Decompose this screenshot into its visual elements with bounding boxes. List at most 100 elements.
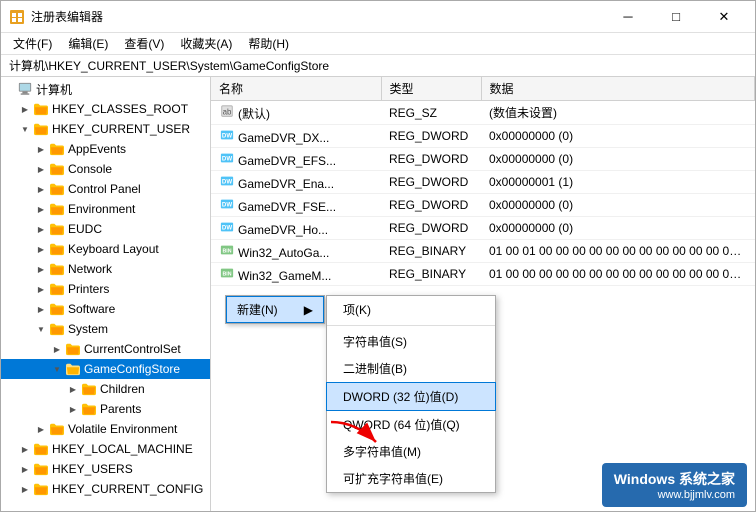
- tree-item-label: Printers: [68, 282, 109, 296]
- tree-toggle[interactable]: ▶: [65, 399, 81, 419]
- tree-item[interactable]: ▶ Control Panel: [1, 179, 210, 199]
- tree-toggle[interactable]: ▶: [33, 419, 49, 439]
- tree-item[interactable]: ▶ Network: [1, 259, 210, 279]
- folder-icon: [33, 121, 49, 137]
- tree-toggle[interactable]: ▶: [17, 459, 33, 479]
- menu-separator: [327, 325, 495, 326]
- title-controls: ─ □ ✕: [605, 1, 747, 33]
- tree-item-label: Software: [68, 302, 115, 316]
- tree-item-label: HKEY_CLASSES_ROOT: [52, 102, 188, 116]
- folder-icon: [65, 361, 81, 377]
- close-button[interactable]: ✕: [701, 1, 747, 33]
- tree-item[interactable]: ▶ Environment: [1, 199, 210, 219]
- computer-icon: [17, 81, 33, 97]
- window-title: 注册表编辑器: [31, 8, 103, 25]
- menu-item-A[interactable]: 收藏夹(A): [172, 33, 240, 54]
- menu-item-F[interactable]: 文件(F): [5, 33, 60, 54]
- tree-toggle[interactable]: ▶: [33, 259, 49, 279]
- submenu-item[interactable]: DWORD (32 位)值(D): [326, 382, 496, 411]
- tree-toggle[interactable]: ▶: [33, 179, 49, 199]
- menu-item-V[interactable]: 查看(V): [116, 33, 172, 54]
- menu-item-E[interactable]: 编辑(E): [60, 33, 116, 54]
- folder-icon: [33, 441, 49, 457]
- tree-item[interactable]: ▶ Printers: [1, 279, 210, 299]
- tree-toggle[interactable]: ▶: [17, 439, 33, 459]
- folder-icon: [49, 181, 65, 197]
- maximize-button[interactable]: □: [653, 1, 699, 33]
- folder-icon: [49, 221, 65, 237]
- folder-icon: [49, 261, 65, 277]
- tree-item-label: Control Panel: [68, 182, 141, 196]
- tree-item-label: Network: [68, 262, 112, 276]
- tree-toggle[interactable]: ▶: [33, 199, 49, 219]
- tree-toggle[interactable]: ▼: [17, 119, 33, 139]
- tree-item[interactable]: 计算机: [1, 79, 210, 99]
- tree-item[interactable]: ▶ AppEvents: [1, 139, 210, 159]
- tree-toggle[interactable]: ▶: [33, 299, 49, 319]
- submenu-item[interactable]: 项(K): [327, 296, 495, 323]
- submenu-item[interactable]: 可扩充字符串值(E): [327, 465, 495, 492]
- tree-toggle[interactable]: ▶: [33, 159, 49, 179]
- tree-panel[interactable]: 计算机▶ HKEY_CLASSES_ROOT▼ HKEY_CURRENT_USE…: [1, 77, 211, 511]
- tree-item[interactable]: ▶ CurrentControlSet: [1, 339, 210, 359]
- tree-toggle[interactable]: ▶: [33, 139, 49, 159]
- minimize-button[interactable]: ─: [605, 1, 651, 33]
- submenu-arrow: ▶: [304, 303, 313, 317]
- folder-icon: [81, 401, 97, 417]
- folder-icon: [33, 101, 49, 117]
- folder-icon: [33, 481, 49, 497]
- menu-item-H[interactable]: 帮助(H): [240, 33, 297, 54]
- tree-toggle[interactable]: ▶: [17, 479, 33, 499]
- tree-toggle[interactable]: ▶: [33, 219, 49, 239]
- tree-item-label: HKEY_CURRENT_CONFIG: [52, 482, 203, 496]
- tree-item-label: HKEY_LOCAL_MACHINE: [52, 442, 193, 456]
- submenu-popup: 项(K) 字符串值(S)二进制值(B)DWORD (32 位)值(D)QWORD …: [326, 295, 496, 493]
- submenu-item[interactable]: 字符串值(S): [327, 328, 495, 355]
- tree-item[interactable]: ▶ Software: [1, 299, 210, 319]
- tree-item[interactable]: ▼ System: [1, 319, 210, 339]
- context-menu-overlay: 新建(N) ▶ 项(K) 字符串值(S)二进制值(B)DWORD (32 位)值(…: [211, 77, 755, 511]
- submenu-item[interactable]: 多字符串值(M): [327, 438, 495, 465]
- folder-icon: [49, 201, 65, 217]
- tree-item[interactable]: ▼ HKEY_CURRENT_USER: [1, 119, 210, 139]
- tree-item-label: AppEvents: [68, 142, 126, 156]
- tree-item-label: 计算机: [36, 81, 72, 98]
- tree-toggle[interactable]: ▶: [65, 379, 81, 399]
- submenu-item[interactable]: 二进制值(B): [327, 355, 495, 382]
- tree-item[interactable]: ▶ Keyboard Layout: [1, 239, 210, 259]
- folder-icon: [49, 321, 65, 337]
- right-panel: 名称 类型 数据 ab(默认)REG_SZ(数值未设置)DWGameDVR_DX…: [211, 77, 755, 511]
- tree-item-label: Parents: [100, 402, 141, 416]
- tree-item[interactable]: ▶ Children: [1, 379, 210, 399]
- tree-item[interactable]: ▶ EUDC: [1, 219, 210, 239]
- tree-toggle[interactable]: ▶: [33, 279, 49, 299]
- tree-item-label: Children: [100, 382, 145, 396]
- tree-item[interactable]: ▶ HKEY_LOCAL_MACHINE: [1, 439, 210, 459]
- tree-toggle[interactable]: ▶: [17, 99, 33, 119]
- folder-icon: [49, 241, 65, 257]
- tree-item[interactable]: ▶ HKEY_USERS: [1, 459, 210, 479]
- tree-toggle[interactable]: ▶: [49, 339, 65, 359]
- tree-item[interactable]: ▶ Volatile Environment: [1, 419, 210, 439]
- folder-icon: [81, 381, 97, 397]
- tree-toggle[interactable]: ▼: [33, 319, 49, 339]
- tree-item[interactable]: ▶ Parents: [1, 399, 210, 419]
- folder-icon: [49, 281, 65, 297]
- tree-item-label: Environment: [68, 202, 135, 216]
- tree-toggle[interactable]: ▶: [33, 239, 49, 259]
- new-label: 新建(N): [237, 301, 278, 318]
- title-bar: 注册表编辑器 ─ □ ✕: [1, 1, 755, 33]
- tree-toggle[interactable]: ▼: [49, 359, 65, 379]
- tree-item[interactable]: ▶ HKEY_CURRENT_CONFIG: [1, 479, 210, 499]
- folder-icon: [49, 301, 65, 317]
- tree-toggle[interactable]: [1, 79, 17, 99]
- address-path: 计算机\HKEY_CURRENT_USER\System\GameConfigS…: [9, 57, 329, 74]
- folder-icon: [49, 161, 65, 177]
- tree-item[interactable]: ▶ HKEY_CLASSES_ROOT: [1, 99, 210, 119]
- new-menu-row[interactable]: 新建(N) ▶: [226, 296, 324, 323]
- title-bar-left: 注册表编辑器: [9, 8, 103, 25]
- submenu-item[interactable]: QWORD (64 位)值(Q): [327, 411, 495, 438]
- tree-item[interactable]: ▼ GameConfigStore: [1, 359, 210, 379]
- tree-item[interactable]: ▶ Console: [1, 159, 210, 179]
- new-menu[interactable]: 新建(N) ▶: [225, 295, 325, 324]
